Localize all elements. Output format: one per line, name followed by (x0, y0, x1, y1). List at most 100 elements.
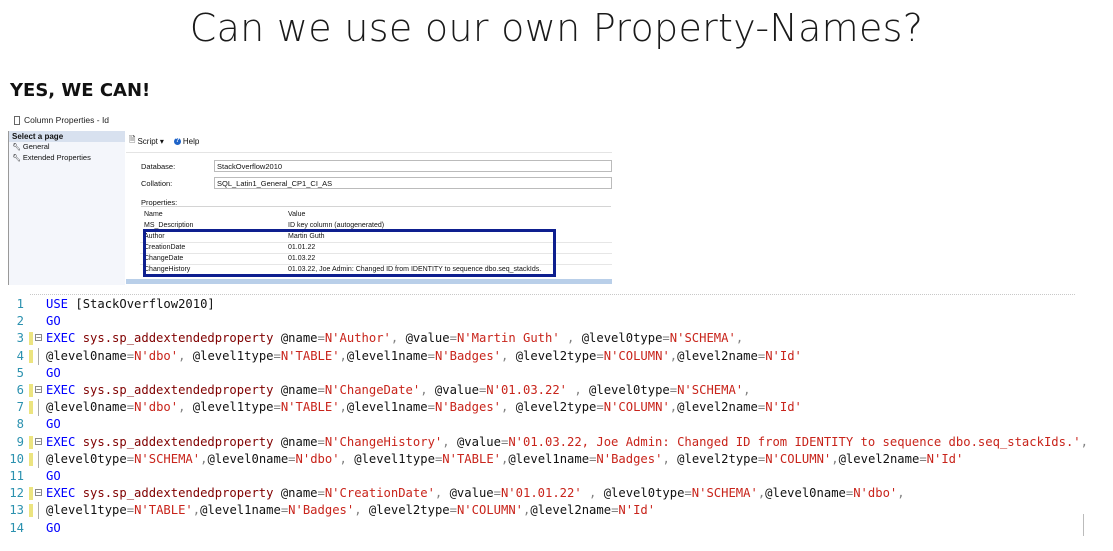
code-line[interactable]: 5 GO (0, 365, 1100, 382)
line-number: 11 (9, 469, 24, 483)
script-button[interactable]: 🗎︎ Script ▾ (129, 134, 164, 148)
code-token: N'01.03.22' (486, 383, 568, 397)
code-token: N'ChangeDate' (324, 383, 421, 397)
sql-code-editor[interactable]: 1 USE [StackOverflow2010] 2 GO 3− EXEC sys.sp… (0, 294, 1113, 544)
code-token: EXEC (46, 383, 83, 397)
line-number: 13 (9, 503, 24, 518)
code-token: @level0type (46, 451, 127, 466)
code-token: N'Id' (765, 348, 802, 363)
code-line[interactable]: 13 @level1type=N'TABLE',@level1name=N'Bad… (0, 502, 1100, 520)
wrench-icon: 🔧︎ (12, 155, 21, 162)
code-token: [StackOverflow2010] (75, 297, 215, 311)
code-text: GO (46, 468, 61, 485)
dialog-title: Column Properties - Id (24, 115, 110, 125)
code-line[interactable]: 2 GO (0, 313, 1100, 330)
code-line[interactable]: 1 USE [StackOverflow2010] (0, 296, 1100, 313)
collapse-icon[interactable]: − (35, 437, 42, 445)
code-line[interactable]: 12 − EXEC sys.sp_addextendedproperty @name… (0, 485, 1100, 502)
code-line[interactable]: 11 GO (0, 468, 1100, 485)
code-text: @level0name=N'dbo', @level1type=N'TABLE'… (46, 348, 802, 365)
code-token: , (178, 348, 193, 363)
code-text: USE [StackOverflow2010] (46, 296, 215, 313)
change-marker (29, 504, 33, 518)
page-general[interactable]: 🔧︎ General (9, 142, 125, 153)
code-line[interactable]: 7 @level0name=N'dbo', @level1type=N'TABLE… (0, 399, 1100, 417)
code-token: @value (449, 486, 494, 501)
change-marker (29, 452, 33, 466)
collapse-icon[interactable]: − (35, 489, 42, 497)
code-line[interactable]: 3− EXEC sys.sp_addextendedproperty @name=… (0, 330, 1100, 347)
line-number: 12 (9, 486, 24, 501)
page-general-label: General (22, 142, 50, 151)
code-token: @level0type (589, 383, 670, 397)
code-token: = (317, 486, 325, 501)
code-token: = (427, 348, 435, 363)
code-token: = (596, 348, 604, 363)
code-token: N'dbo' (134, 400, 179, 415)
properties-grid[interactable]: Name Value MS_Description ID key column … (140, 209, 612, 277)
code-text: GO (46, 416, 61, 433)
code-token: sys.sp_addextendedproperty (82, 383, 281, 397)
code-line[interactable]: 14 GO (0, 520, 1100, 537)
code-token: @level2name (677, 400, 758, 415)
code-token: @level1type (354, 451, 435, 466)
code-text: @level0name=N'dbo', @level1type=N'TABLE'… (46, 399, 802, 416)
code-line[interactable]: 9 − EXEC sys.sp_addextendedproperty @name=… (0, 434, 1100, 451)
code-token: @value (405, 331, 450, 346)
code-token: = (317, 434, 325, 449)
code-token: = (126, 503, 135, 518)
line-number: 4 (16, 348, 24, 363)
code-token: , (178, 400, 193, 415)
code-token: N'Badges' (288, 503, 355, 518)
code-token: N'SCHEMA' (134, 451, 201, 466)
fold-guide (38, 502, 39, 520)
code-token: , (567, 383, 590, 397)
help-button[interactable]: ? Help (173, 136, 200, 146)
code-token: N'Id' (926, 451, 964, 466)
collapse-icon[interactable]: − (35, 334, 42, 342)
code-token: , (1080, 434, 1088, 449)
code-token: = (669, 383, 678, 397)
code-token: , (662, 451, 678, 466)
code-token: sys.sp_addextendedproperty (82, 486, 281, 501)
select-page-header: Select a page (9, 131, 125, 142)
collation-field[interactable]: SQL_Latin1_General_CP1_CI_AS (214, 177, 612, 189)
code-token: = (427, 400, 435, 415)
code-line[interactable]: 10 @level0type=N'SCHEMA',@level0name=N'db… (0, 450, 1100, 468)
properties-icon (14, 115, 20, 125)
code-token: N'SCHEMA' (677, 383, 744, 397)
fold-guide (38, 399, 39, 417)
code-token: @level1name (346, 400, 428, 415)
page-extended-properties[interactable]: 🔧︎ Extended Properties (9, 153, 125, 164)
code-token: @level2type (515, 400, 597, 415)
database-field[interactable]: StackOverflow2010 (214, 160, 612, 172)
line-number: 6 (16, 383, 24, 397)
code-token: N'dbo' (134, 348, 179, 363)
code-line[interactable]: 6− EXEC sys.sp_addextendedproperty @name=… (0, 382, 1100, 399)
code-token: @level1type (192, 348, 274, 363)
collapse-icon[interactable]: − (35, 386, 42, 394)
code-token: USE (46, 297, 76, 311)
code-token: GO (46, 314, 61, 329)
code-token: @level0name (765, 486, 846, 501)
code-token: N'Id' (765, 400, 802, 415)
code-text: EXEC sys.sp_addextendedproperty @name=N'… (46, 434, 1088, 451)
line-number: 9 (16, 434, 24, 449)
code-token: = (126, 451, 135, 466)
code-token: = (493, 486, 501, 501)
script-label: Script (137, 136, 158, 146)
code-token: @name (280, 331, 318, 346)
code-line[interactable]: 4 @level0name=N'dbo', @level1type=N'TABLE… (0, 347, 1100, 365)
code-token: = (317, 383, 325, 397)
help-label: Help (182, 136, 200, 146)
code-token: , (339, 348, 347, 363)
wrench-icon: 🔧︎ (12, 144, 21, 151)
code-token: , (339, 400, 347, 415)
page-extended-properties-label: Extended Properties (22, 153, 91, 162)
fold-guide (38, 347, 39, 365)
code-token: @level0type (603, 486, 685, 501)
code-token: EXEC (46, 331, 83, 346)
code-line[interactable]: 8 GO (0, 416, 1100, 433)
code-token: GO (46, 520, 61, 535)
code-token: GO (46, 469, 61, 483)
